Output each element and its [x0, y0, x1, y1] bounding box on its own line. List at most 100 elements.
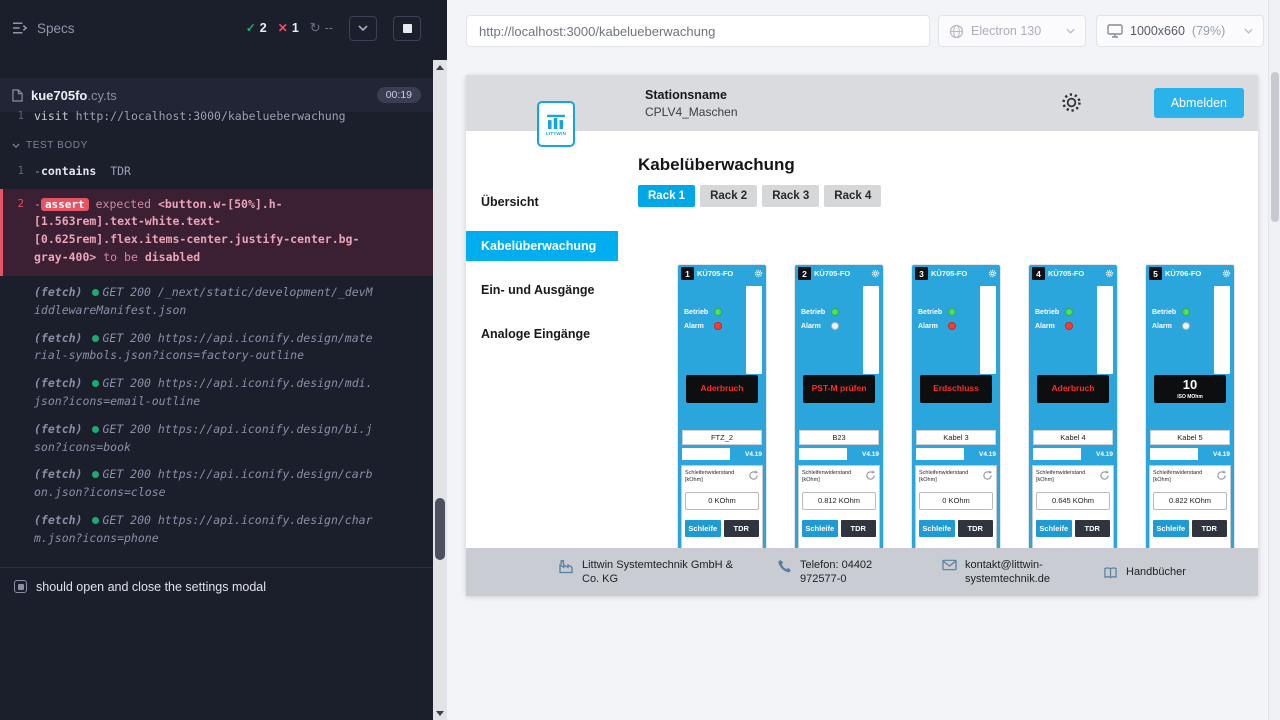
sidebar-item-ein-und-ausgaenge[interactable]: Ein- und Ausgänge: [466, 275, 618, 305]
spec-extension: .cy.ts: [87, 88, 116, 103]
test-body-label: TEST BODY: [26, 140, 88, 151]
betrieb-led: [1065, 308, 1073, 316]
tdr-button[interactable]: TDR: [1075, 520, 1111, 537]
assert-mid: to be: [103, 250, 138, 264]
schleife-button[interactable]: Schleife: [685, 520, 721, 537]
refresh-icon[interactable]: [1099, 470, 1110, 481]
alarm-label: Alarm: [801, 323, 827, 330]
card-gear-icon[interactable]: [754, 269, 763, 278]
page-scrollbar[interactable]: [1268, 0, 1280, 720]
scrollbar-thumb[interactable]: [1271, 72, 1279, 222]
reporter-scrollbar[interactable]: [433, 0, 447, 720]
sidebar-item-analoge-eingaenge[interactable]: Analoge Eingänge: [466, 319, 618, 349]
card-number: 2: [798, 267, 811, 280]
chevron-down-icon: [12, 143, 20, 148]
logout-button[interactable]: Abmelden: [1154, 88, 1244, 118]
dash: -: [34, 197, 41, 211]
specs-menu-icon[interactable]: [12, 21, 29, 35]
version-box: [1150, 448, 1198, 460]
cable-name: Kabel 3: [916, 430, 996, 445]
fetch-status: GET 200: [102, 467, 150, 481]
betrieb-label: Betrieb: [801, 309, 827, 316]
alarm-label: Alarm: [1152, 323, 1178, 330]
browser-selector[interactable]: Electron 130: [938, 15, 1086, 47]
tdr-button[interactable]: TDR: [724, 520, 760, 537]
refresh-icon[interactable]: [865, 470, 876, 481]
next-test-row[interactable]: should open and close the settings modal: [0, 567, 433, 606]
log-row-fetch[interactable]: (fetch)GET 200 https://api.iconify.desig…: [0, 507, 433, 553]
schleife-button[interactable]: Schleife: [802, 520, 838, 537]
url-input[interactable]: [466, 15, 930, 47]
log-row-fetch[interactable]: (fetch)GET 200 /_next/static/development…: [0, 279, 433, 325]
fetch-label: (fetch): [34, 331, 82, 345]
tdr-button[interactable]: TDR: [958, 520, 994, 537]
schleife-button[interactable]: Schleife: [1036, 520, 1072, 537]
command-name: visit: [34, 109, 69, 123]
log-row-fetch[interactable]: (fetch)GET 200 https://api.iconify.desig…: [0, 370, 433, 416]
fetch-status: GET 200: [102, 331, 150, 345]
app-header: [466, 75, 1258, 131]
footer-manuals[interactable]: Handbücher: [1103, 565, 1186, 579]
stop-run-button[interactable]: [393, 16, 421, 41]
command-name: contains: [41, 164, 96, 178]
card-gear-icon[interactable]: [1105, 269, 1114, 278]
sidebar-item-kabelueberwachung[interactable]: Kabelüberwachung: [466, 231, 618, 261]
tab-rack-3[interactable]: Rack 3: [762, 185, 819, 207]
log-row-fetch[interactable]: (fetch)GET 200 https://api.iconify.desig…: [0, 416, 433, 462]
status-display: Erdschluss: [920, 375, 992, 403]
test-stats: ✓2 ✕1 ↻--: [246, 16, 421, 41]
status-display: Aderbruch: [686, 375, 758, 403]
card-gear-icon[interactable]: [1222, 269, 1231, 278]
tab-rack-2[interactable]: Rack 2: [700, 185, 757, 207]
tab-rack-1[interactable]: Rack 1: [638, 185, 695, 207]
log-row-fetch[interactable]: (fetch) GET 200 https://api.iconify.desig…: [0, 325, 433, 371]
footer-email[interactable]: kontakt@littwin-systemtechnik.de: [942, 558, 1067, 587]
schleife-button[interactable]: Schleife: [919, 520, 955, 537]
level-meter: [980, 286, 996, 374]
status-ok-dot: [92, 426, 99, 433]
sidebar-item-uebersicht[interactable]: Übersicht: [466, 187, 618, 217]
alarm-led: [948, 322, 956, 330]
specs-label[interactable]: Specs: [37, 21, 75, 36]
fetch-label: (fetch): [34, 376, 82, 390]
fetch-url: https://api.iconify.design/charm.json?ic…: [34, 513, 373, 545]
fetch-url: https://api.iconify.design/carbon.json?i…: [34, 467, 373, 499]
fetch-url: https://api.iconify.design/material-symb…: [34, 331, 373, 363]
tdr-button[interactable]: TDR: [841, 520, 877, 537]
log-row-contains[interactable]: 1 -contains TDR: [0, 158, 433, 186]
card-number: 3: [915, 267, 928, 280]
scroll-down-arrow[interactable]: [433, 706, 447, 720]
schleife-button[interactable]: Schleife: [1153, 520, 1189, 537]
module-card-1: 1 KÜ705-FO Betrieb Alarm Aderbruch FTZ_2…: [678, 265, 766, 548]
refresh-icon[interactable]: [1216, 470, 1227, 481]
tab-rack-4[interactable]: Rack 4: [824, 185, 881, 207]
scrollbar-track[interactable]: [433, 60, 447, 720]
log-row-fetch[interactable]: (fetch) GET 200 https://api.iconify.desig…: [0, 461, 433, 507]
fetch-url: https://api.iconify.design/mdi.json?icon…: [34, 376, 373, 408]
module-card-4: 4 KÜ705-FO Betrieb Alarm Aderbruch Kabel…: [1029, 265, 1117, 548]
scrollbar-thumb[interactable]: [435, 498, 445, 560]
status-unit: ISO MOhm: [1177, 394, 1203, 400]
betrieb-label: Betrieb: [1035, 309, 1061, 316]
level-meter: [746, 286, 762, 374]
reporter-header: Specs ✓2 ✕1 ↻--: [0, 0, 433, 56]
fetch-url: https://api.iconify.design/bi.json?icons…: [34, 422, 373, 454]
card-gear-icon[interactable]: [871, 269, 880, 278]
footer-company: Littwin Systemtechnik GmbH & Co. KG: [558, 558, 742, 587]
status-ok-dot: [92, 471, 99, 478]
refresh-icon[interactable]: [982, 470, 993, 481]
test-body-header[interactable]: TEST BODY: [0, 131, 433, 158]
viewport-selector[interactable]: 1000x660 (79%): [1096, 15, 1264, 47]
log-row-visit[interactable]: 1 visit http://localhost:3000/kabelueber…: [0, 103, 433, 131]
settings-gear-button[interactable]: [1060, 91, 1084, 115]
fetch-label: (fetch): [34, 467, 82, 481]
refresh-icon[interactable]: [748, 470, 759, 481]
version-box: [799, 448, 847, 460]
tdr-button[interactable]: TDR: [1192, 520, 1228, 537]
aut-panel: Electron 130 1000x660 (79%) LITTWIN Stat…: [447, 0, 1280, 720]
scroll-up-arrow[interactable]: [433, 60, 447, 74]
row-number: 2: [3, 196, 34, 267]
card-gear-icon[interactable]: [988, 269, 997, 278]
collapse-reporter-button[interactable]: [349, 16, 377, 41]
log-row-assert-failed[interactable]: 2 -assert expected <button.w-[50%].h-[1.…: [0, 189, 433, 276]
